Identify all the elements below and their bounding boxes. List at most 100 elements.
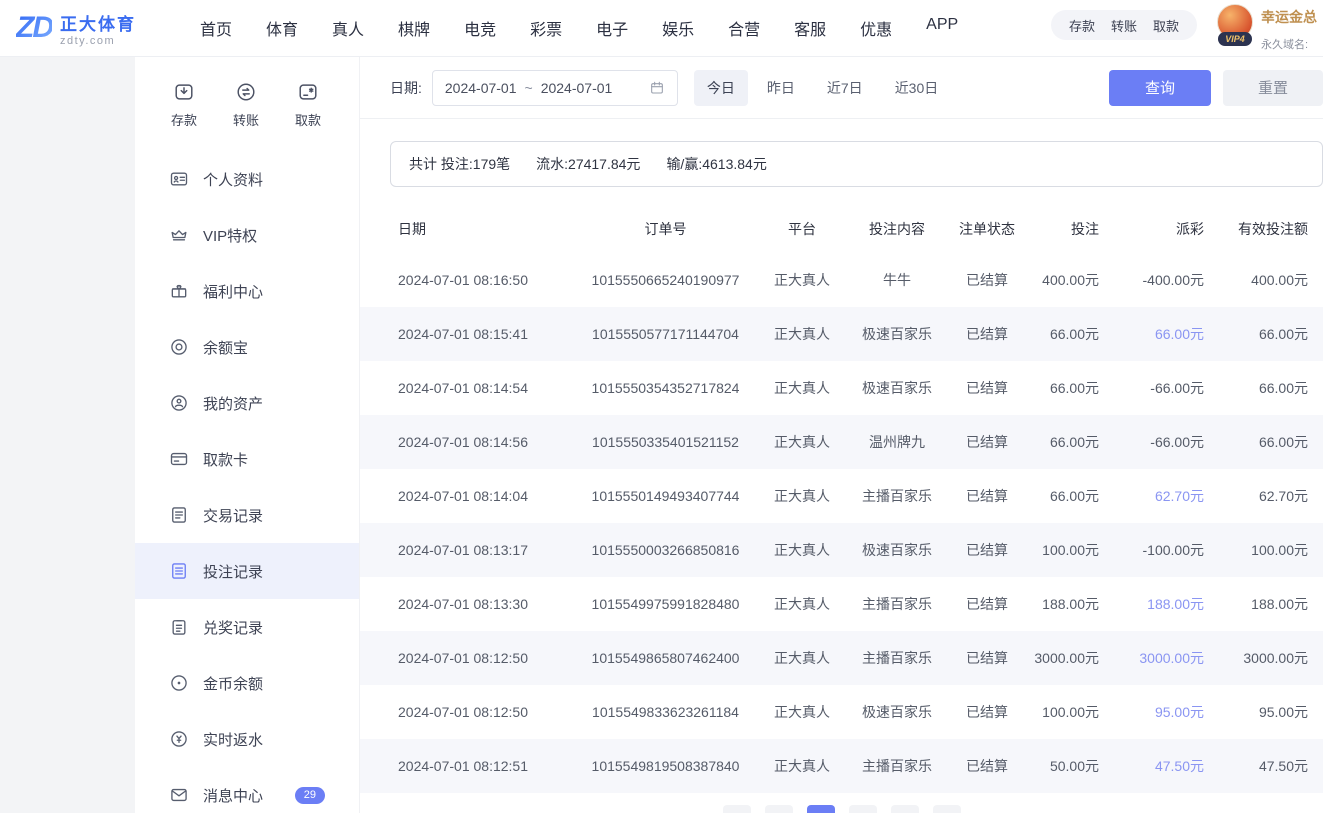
- cell-order-no: 1015550335401521152: [592, 434, 739, 450]
- sidebar-item-message-center[interactable]: 消息中心 29: [135, 767, 359, 813]
- cell-date: 2024-07-01 08:15:41: [398, 326, 528, 342]
- cell-status: 已结算: [966, 542, 1008, 558]
- col-header-status: 注单状态: [959, 221, 1015, 237]
- cell-platform: 正大真人: [774, 596, 830, 612]
- sidebar-item-yuebao[interactable]: 余额宝: [135, 319, 359, 375]
- id-card-icon: [169, 169, 189, 189]
- col-header-order-no: 订单号: [644, 221, 687, 237]
- range-button-last-7-days[interactable]: 近7日: [814, 70, 876, 106]
- cell-payout: -400.00元: [1142, 272, 1204, 288]
- quick-action-deposit[interactable]: 存款: [171, 81, 197, 129]
- nav-item-esports[interactable]: 电竞: [464, 16, 496, 40]
- range-button-yesterday[interactable]: 昨日: [754, 70, 808, 106]
- cell-platform: 正大真人: [774, 326, 830, 342]
- nav-item-home[interactable]: 首页: [200, 16, 232, 40]
- reset-button[interactable]: 重置: [1223, 69, 1323, 106]
- cell-bet-amount: 100.00元: [1042, 704, 1099, 720]
- nav-item-partnership[interactable]: 合营: [728, 16, 760, 40]
- nav-item-app[interactable]: APP: [926, 16, 958, 40]
- coin-dot-icon: [169, 673, 189, 693]
- quick-action-withdraw[interactable]: 取款: [295, 81, 321, 129]
- sidebar-menu: 个人资料 VIP特权 福利中心 余额宝 我的资产 取款卡 交易记录 投注记录 兑奖记录 金币余额实…: [135, 151, 359, 813]
- cell-bet-amount: 3000.00元: [1034, 650, 1099, 666]
- nav-item-slots[interactable]: 电子: [596, 16, 628, 40]
- sidebar-item-bet-records[interactable]: 投注记录: [135, 543, 359, 599]
- wallet-quick-links: 存款 转账 取款: [1050, 10, 1197, 40]
- col-header-bet-content: 投注内容: [869, 221, 925, 237]
- date-start-value: 2024-07-01: [444, 79, 517, 96]
- user-name: 幸运金总: [1261, 9, 1317, 25]
- cell-bet-content: 极速百家乐: [862, 326, 932, 342]
- pagination-page-active[interactable]: [806, 805, 835, 813]
- cell-bet-amount: 100.00元: [1042, 542, 1099, 558]
- date-range-input[interactable]: 2024-07-01 ~ 2024-07-01: [431, 69, 678, 106]
- wallet-link-withdraw[interactable]: 取款: [1153, 16, 1179, 35]
- wallet-link-transfer[interactable]: 转账: [1111, 16, 1137, 35]
- col-header-payout: 派彩: [1176, 221, 1204, 237]
- cell-bet-content: 极速百家乐: [862, 380, 932, 396]
- cell-valid-bet: 66.00元: [1258, 380, 1308, 396]
- table-row: 2024-07-01 08:12:50 1015549865807462400 …: [360, 631, 1323, 685]
- cell-order-no: 1015550003266850816: [591, 542, 740, 558]
- nav-item-lottery[interactable]: 彩票: [530, 16, 562, 40]
- cell-bet-amount: 400.00元: [1042, 272, 1099, 288]
- pagination-page[interactable]: [890, 805, 919, 813]
- top-navbar: ZD 正大体育 zdty.com 首页 体育 真人 棋牌 电竞 彩票 电子 娱乐 合营 客服 优惠 A…: [0, 0, 1323, 57]
- sidebar-item-vip-privileges[interactable]: VIP特权: [135, 207, 359, 263]
- cell-date: 2024-07-01 08:16:50: [398, 272, 528, 288]
- cell-payout: 62.70元: [1154, 488, 1204, 504]
- range-button-today[interactable]: 今日: [693, 69, 748, 106]
- cell-valid-bet: 188.00元: [1251, 596, 1308, 612]
- cell-date: 2024-07-01 08:12:50: [398, 650, 528, 666]
- sidebar-item-realtime-rebate[interactable]: 实时返水: [135, 711, 359, 767]
- nav-item-promotions[interactable]: 优惠: [860, 16, 892, 40]
- cell-bet-amount: 188.00元: [1042, 596, 1099, 612]
- sidebar-item-transaction-records[interactable]: 交易记录: [135, 487, 359, 543]
- sidebar-item-redeem-records[interactable]: 兑奖记录: [135, 599, 359, 655]
- vip-icon: [169, 225, 189, 245]
- cell-payout: 95.00元: [1154, 704, 1204, 720]
- sidebar-item-my-assets[interactable]: 我的资产: [135, 375, 359, 431]
- nav-item-chess-cards[interactable]: 棋牌: [398, 16, 430, 40]
- wallet-link-deposit[interactable]: 存款: [1069, 16, 1095, 35]
- nav-item-entertainment[interactable]: 娱乐: [662, 16, 694, 40]
- nav-item-sports[interactable]: 体育: [266, 16, 298, 40]
- quick-action-transfer[interactable]: 转账: [233, 81, 259, 129]
- cell-platform: 正大真人: [774, 704, 830, 720]
- nav-item-customer-service[interactable]: 客服: [794, 16, 826, 40]
- cell-bet-content: 极速百家乐: [862, 704, 932, 720]
- cell-status: 已结算: [966, 704, 1008, 720]
- pagination-page[interactable]: [764, 805, 793, 813]
- range-button-last-30-days[interactable]: 近30日: [882, 70, 952, 106]
- cell-platform: 正大真人: [774, 434, 830, 450]
- vip-badge: VIP4: [1218, 32, 1252, 46]
- cell-date: 2024-07-01 08:14:04: [398, 488, 528, 504]
- pagination-page[interactable]: [722, 805, 751, 813]
- cell-status: 已结算: [966, 272, 1008, 288]
- cell-date: 2024-07-01 08:13:30: [398, 596, 528, 612]
- cell-valid-bet: 66.00元: [1258, 434, 1308, 450]
- cell-valid-bet: 400.00元: [1251, 272, 1308, 288]
- unread-count-badge: 29: [294, 786, 325, 804]
- table-row: 2024-07-01 08:12:50 1015549833623261184 …: [360, 685, 1323, 739]
- sidebar-item-profile[interactable]: 个人资料: [135, 151, 359, 207]
- deposit-icon: [173, 81, 195, 103]
- cell-bet-content: 主播百家乐: [862, 758, 932, 774]
- cell-platform: 正大真人: [774, 542, 830, 558]
- sidebar-item-coin-balance[interactable]: 金币余额: [135, 655, 359, 711]
- nav-item-live-casino[interactable]: 真人: [332, 16, 364, 40]
- table-row: 2024-07-01 08:12:51 1015549819508387840 …: [360, 739, 1323, 793]
- cell-bet-content: 主播百家乐: [862, 488, 932, 504]
- quick-range-buttons: 今日 昨日 近7日 近30日: [693, 69, 952, 106]
- search-button[interactable]: 查询: [1109, 69, 1211, 106]
- cell-order-no: 1015549865807462400: [591, 650, 740, 666]
- pagination-page[interactable]: [848, 805, 877, 813]
- pagination-page[interactable]: [932, 805, 961, 813]
- cell-status: 已结算: [966, 326, 1008, 342]
- calendar-icon[interactable]: [649, 80, 665, 96]
- cell-order-no: 1015549833623261184: [592, 704, 739, 720]
- sidebar-item-welfare-center[interactable]: 福利中心: [135, 263, 359, 319]
- sidebar-item-withdraw-card[interactable]: 取款卡: [135, 431, 359, 487]
- brand-logo-mark: ZD: [16, 11, 54, 44]
- brand-logo[interactable]: ZD 正大体育 zdty.com: [16, 10, 184, 47]
